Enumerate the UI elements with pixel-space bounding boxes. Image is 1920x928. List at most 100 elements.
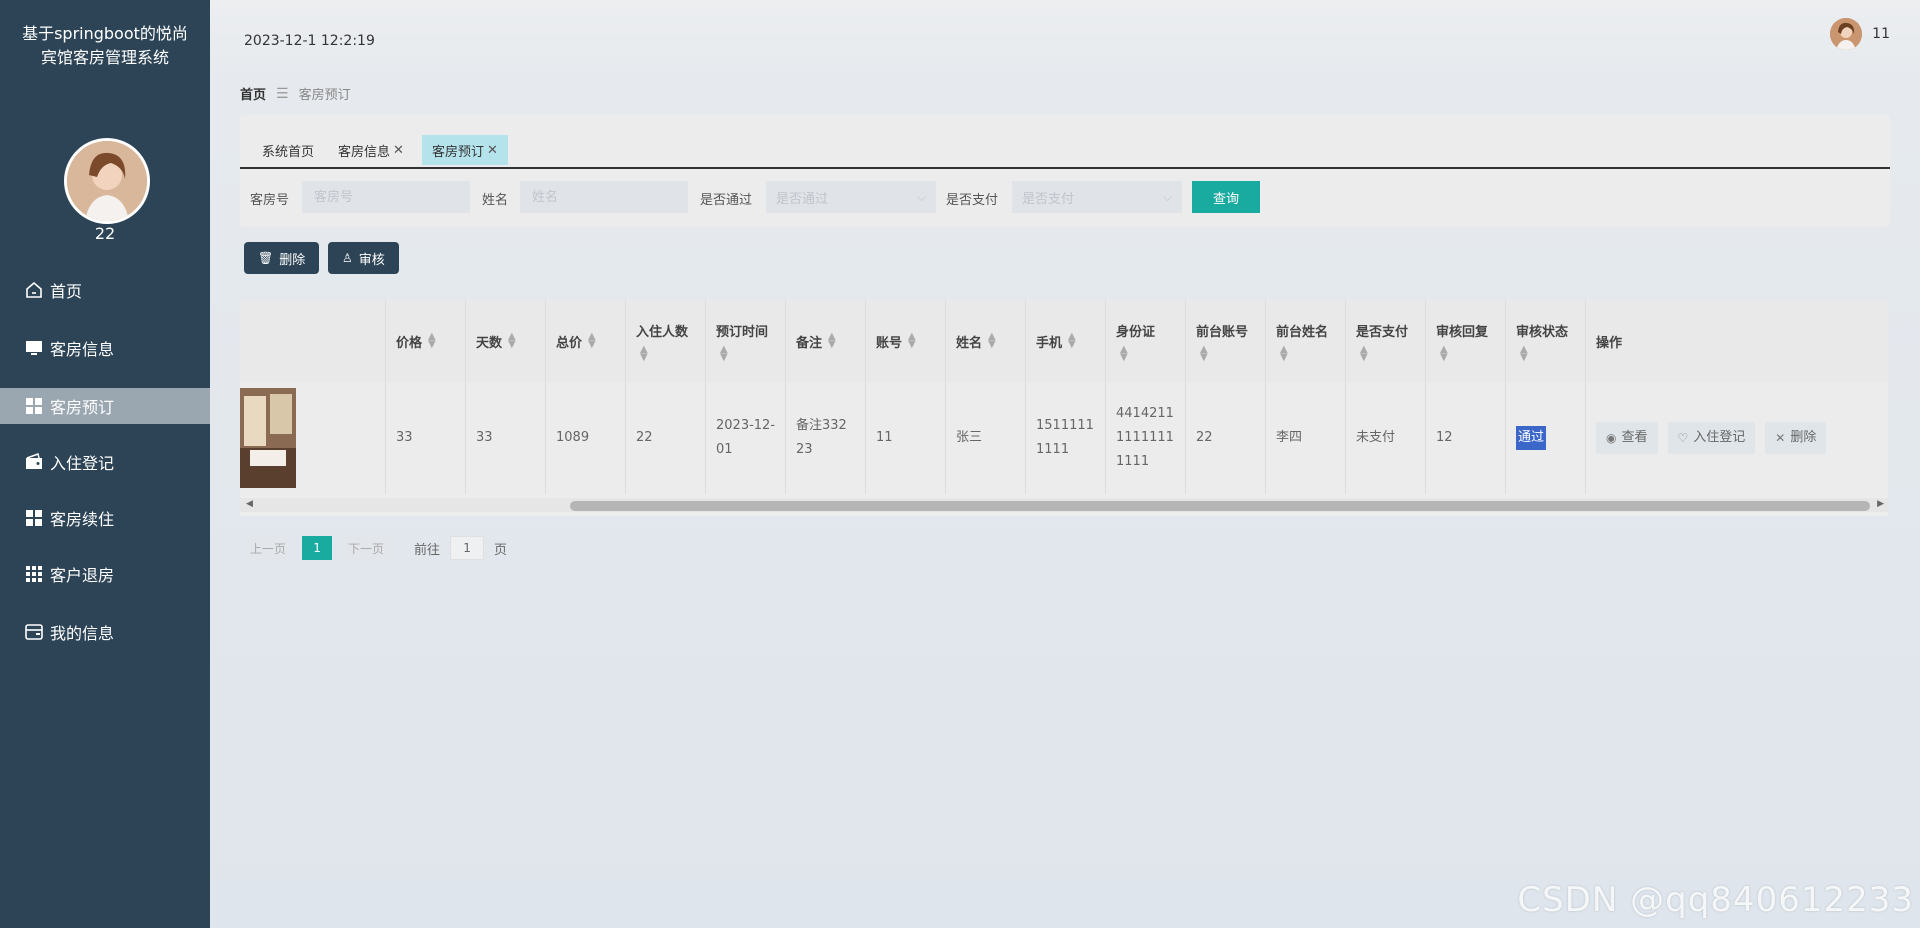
- column-header[interactable]: 手机 ▲ ▼: [1026, 300, 1106, 382]
- sidebar-item-room-booking[interactable]: 客房预订: [0, 388, 210, 424]
- next-page-button[interactable]: 下一页: [342, 536, 391, 560]
- column-header[interactable]: 身份证 ▲ ▼: [1106, 300, 1186, 382]
- row-delete-button-label: 删除: [1790, 430, 1817, 445]
- column-header[interactable]: 预订时间 ▲ ▼: [706, 300, 786, 382]
- column-header[interactable]: 姓名 ▲ ▼: [946, 300, 1026, 382]
- paid-cell: 未支付: [1346, 382, 1426, 494]
- scroll-right-icon[interactable]: ▶: [1877, 499, 1884, 509]
- sidebar-item-my-info[interactable]: 我的信息: [0, 614, 210, 650]
- audit-button[interactable]: ♙ 审核: [328, 242, 399, 274]
- sidebar: 基于springboot的悦尚宾馆客房管理系统 22 首页 客房信息 客房预订 …: [0, 0, 210, 928]
- phone-cell: 15111111111: [1026, 382, 1106, 494]
- sidebar-item-label: 我的信息: [50, 624, 115, 643]
- sort-icon: ▲ ▼: [640, 343, 648, 363]
- sort-icon: ▲ ▼: [1360, 343, 1368, 363]
- page-unit-label: 页: [494, 542, 508, 558]
- column-header[interactable]: 是否支付 ▲ ▼: [1346, 300, 1426, 382]
- breadcrumb-home[interactable]: 首页: [240, 84, 266, 103]
- trash-icon: 🗑: [258, 251, 274, 265]
- column-header[interactable]: 账号 ▲ ▼: [866, 300, 946, 382]
- tab-label: 客房信息: [338, 144, 391, 160]
- checkin-button[interactable]: ♡ 入住登记: [1667, 422, 1756, 454]
- view-button-label: 查看: [1621, 430, 1648, 445]
- header-avatar[interactable]: [1830, 18, 1863, 50]
- sort-icon: ▲ ▼: [1280, 343, 1288, 363]
- delete-button[interactable]: 🗑 删除: [244, 242, 320, 274]
- pass-select-placeholder: 是否通过: [776, 191, 829, 207]
- row-delete-button[interactable]: ✕ 删除: [1765, 422, 1827, 454]
- column-header[interactable]: 备注 ▲ ▼: [786, 300, 866, 382]
- column-header[interactable]: 入住人数 ▲ ▼: [626, 300, 706, 382]
- tab-room-booking[interactable]: 客房预订 ✕: [422, 135, 508, 165]
- sort-icon: ▲ ▼: [588, 331, 596, 350]
- header-avatar-image: [1830, 18, 1863, 50]
- book-time-cell: 2023-12-01: [706, 382, 786, 494]
- sort-icon: ▲ ▼: [828, 331, 836, 350]
- price-cell: 33: [386, 382, 466, 494]
- goto-page-input[interactable]: [450, 536, 485, 560]
- scroll-left-icon[interactable]: ◀: [246, 499, 253, 509]
- horizontal-scrollbar[interactable]: ◀ ▶: [240, 498, 1888, 512]
- avatar-image: [67, 141, 147, 221]
- header-user[interactable]: 11: [1830, 18, 1890, 50]
- prev-page-button[interactable]: 上一页: [244, 536, 293, 560]
- breadcrumb-separator-icon: ☰: [276, 85, 289, 102]
- card-icon: [24, 622, 44, 642]
- sidebar-item-label: 客户退房: [50, 566, 115, 585]
- column-header[interactable]: 价格 ▲ ▼: [386, 300, 466, 382]
- goto-label: 前往: [414, 542, 441, 558]
- sidebar-item-extend-stay[interactable]: 客房续住: [0, 500, 210, 536]
- pass-select[interactable]: 是否通过 ⌵: [766, 181, 936, 213]
- remark-cell: 备注33223: [786, 382, 866, 494]
- monitor-icon: [24, 338, 44, 358]
- sidebar-item-checkout[interactable]: 客户退房: [0, 556, 210, 592]
- room-photo[interactable]: [240, 388, 296, 488]
- view-button[interactable]: ◉ 查看: [1596, 422, 1658, 454]
- account-cell: 11: [866, 382, 946, 494]
- watermark: CSDN @qq840612233: [1517, 880, 1914, 920]
- checkin-button-label: 入住登记: [1693, 430, 1746, 445]
- close-icon[interactable]: ✕: [487, 143, 498, 158]
- sort-icon: ▲ ▼: [1068, 331, 1076, 350]
- room-label: 客房号: [250, 193, 290, 208]
- column-header[interactable]: 前台姓名 ▲ ▼: [1266, 300, 1346, 382]
- user-name: 22: [94, 224, 116, 243]
- system-title: 基于springboot的悦尚宾馆客房管理系统: [22, 24, 188, 67]
- column-header[interactable]: 总价 ▲ ▼: [546, 300, 626, 382]
- sidebar-item-room-info[interactable]: 客房信息: [0, 330, 210, 366]
- page-number-1[interactable]: 1: [302, 536, 333, 560]
- close-icon[interactable]: ✕: [393, 143, 404, 158]
- room-number-input[interactable]: [302, 181, 470, 213]
- sidebar-item-checkin[interactable]: 入住登记: [0, 444, 210, 480]
- avatar[interactable]: [64, 138, 150, 224]
- tab-room-info[interactable]: 客房信息 ✕: [328, 135, 414, 165]
- front-name-cell: 李四: [1266, 382, 1346, 494]
- sort-icon: ▲ ▼: [908, 331, 916, 350]
- apps-icon: [24, 564, 44, 584]
- pay-select[interactable]: 是否支付 ⌵: [1012, 181, 1182, 213]
- column-header[interactable]: 审核状态 ▲ ▼: [1506, 300, 1586, 382]
- column-header[interactable]: 天数 ▲ ▼: [466, 300, 546, 382]
- room-image-cell: [240, 382, 386, 494]
- pass-label: 是否通过: [700, 193, 753, 208]
- eye-icon: ◉: [1606, 431, 1617, 445]
- wallet-icon: [24, 452, 44, 472]
- name-input[interactable]: [520, 181, 688, 213]
- sidebar-item-label: 首页: [50, 282, 83, 301]
- front-account-cell: 22: [1186, 382, 1266, 494]
- header-datetime: 2023-12-1 12:2:19: [244, 33, 375, 49]
- sort-icon: ▲ ▼: [1200, 343, 1208, 363]
- column-header-operations: 操作: [1596, 335, 1623, 351]
- query-button[interactable]: 查询: [1192, 181, 1260, 213]
- sort-icon: ▲ ▼: [1120, 343, 1128, 363]
- scrollbar-thumb[interactable]: [570, 501, 1870, 511]
- close-icon: ✕: [1775, 431, 1786, 445]
- column-header[interactable]: 前台账号 ▲ ▼: [1186, 300, 1266, 382]
- sort-icon: ▲ ▼: [428, 331, 436, 350]
- grid-icon: [24, 396, 44, 416]
- column-header[interactable]: 审核回复 ▲ ▼: [1426, 300, 1506, 382]
- sidebar-item-label: 客房续住: [50, 510, 115, 529]
- sidebar-item-home[interactable]: 首页: [0, 272, 210, 308]
- tab-system-home[interactable]: 系统首页: [252, 135, 324, 165]
- reply-cell: 12: [1426, 382, 1506, 494]
